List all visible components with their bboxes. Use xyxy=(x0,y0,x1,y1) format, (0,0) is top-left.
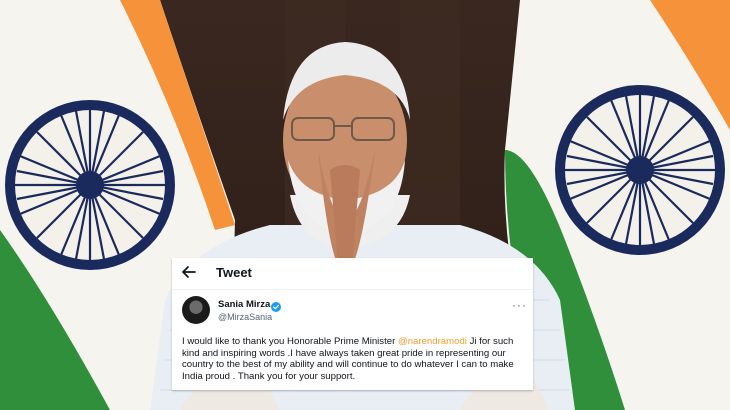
tweet-body: I would like to thank you Honorable Prim… xyxy=(182,336,527,382)
tweet-header: Tweet xyxy=(172,258,533,288)
tweet-header-title: Tweet xyxy=(216,265,252,280)
user-handle[interactable]: @MirzaSania xyxy=(218,312,272,322)
more-options-icon[interactable]: ··· xyxy=(512,298,527,312)
mention-link[interactable]: @narendramodi xyxy=(398,336,467,347)
user-display-name[interactable]: Sania Mirza xyxy=(218,299,270,310)
verified-badge-icon xyxy=(271,299,281,312)
tweet-text-before: I would like to thank you Honorable Prim… xyxy=(182,336,398,347)
back-arrow-icon[interactable] xyxy=(182,265,196,279)
header-divider xyxy=(172,289,533,290)
avatar[interactable] xyxy=(182,296,210,324)
tweet-card: Tweet Sania Mirza @MirzaSania ··· I woul… xyxy=(172,258,533,390)
